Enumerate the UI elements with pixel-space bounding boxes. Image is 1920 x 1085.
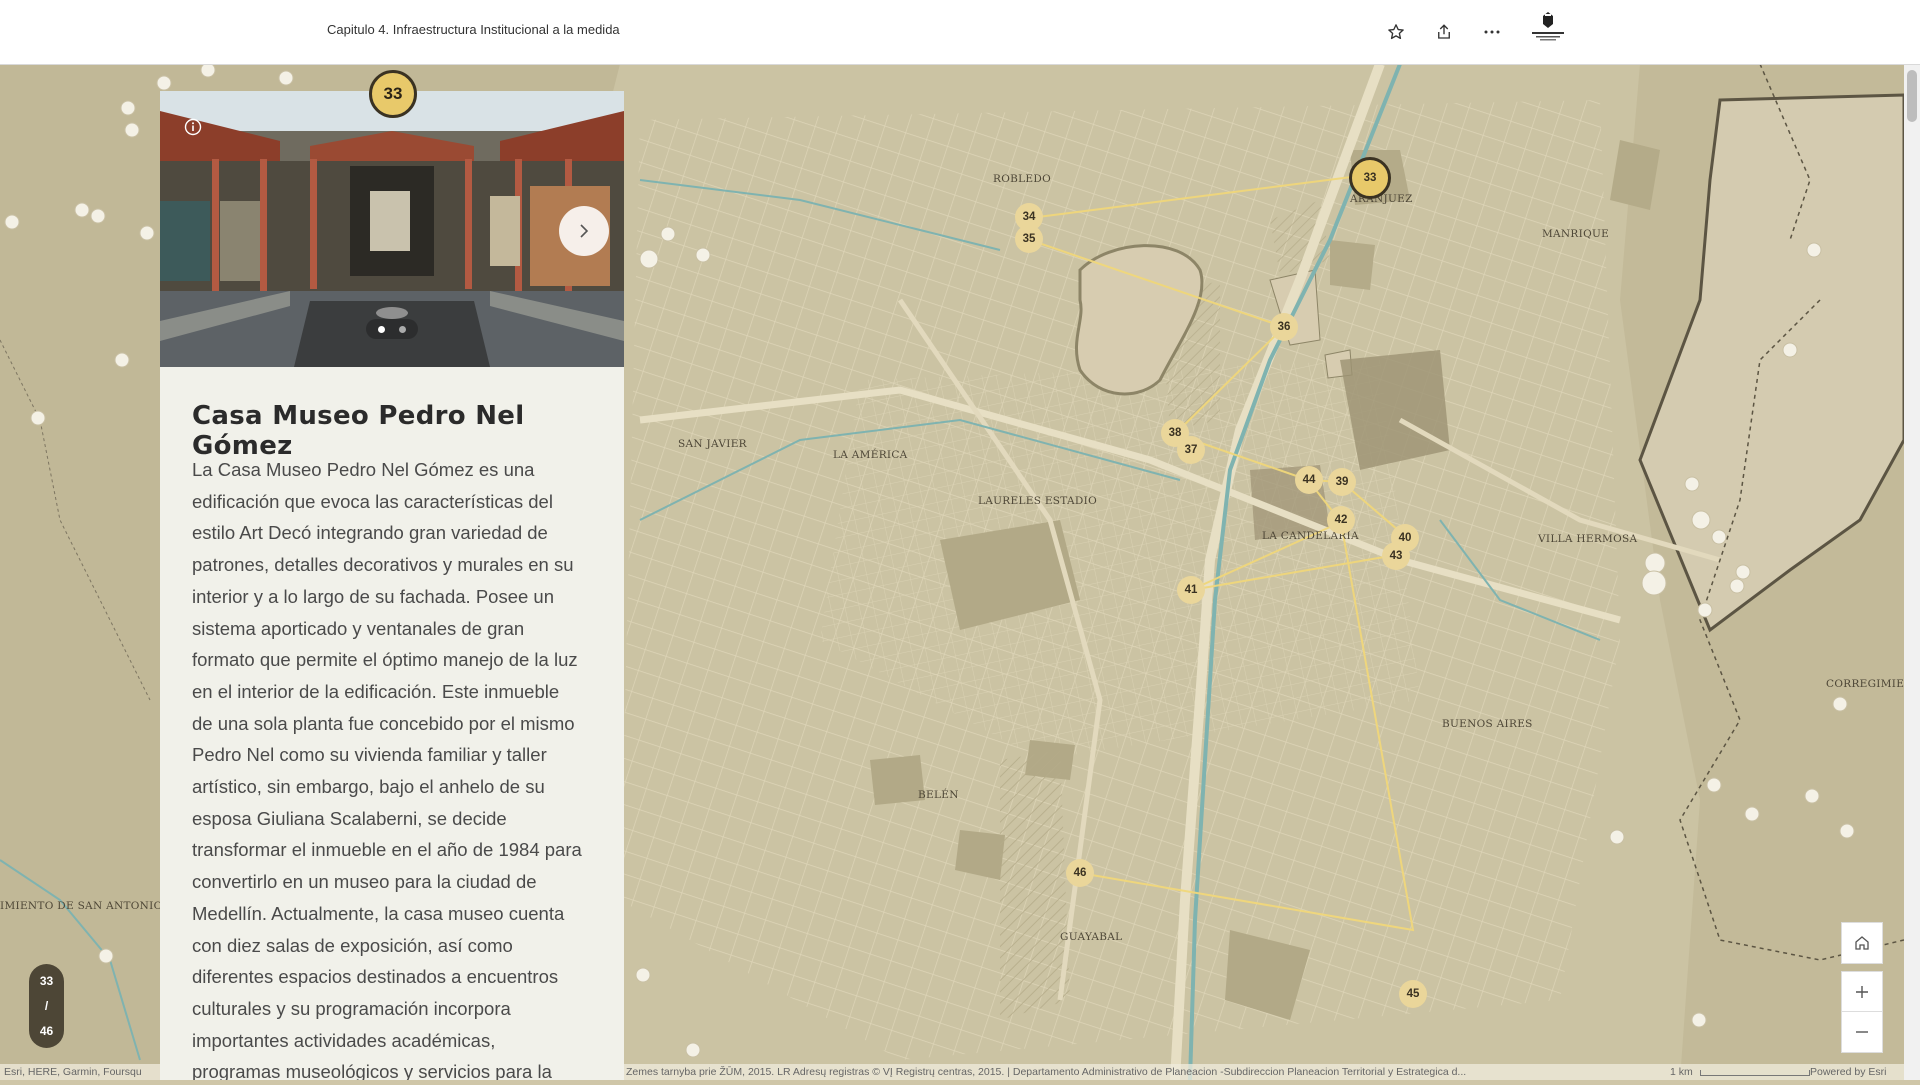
page-title: Capitulo 4. Infraestructura Instituciona… [327, 22, 620, 37]
institution-logo[interactable] [1528, 10, 1568, 44]
star-icon [1388, 24, 1404, 40]
scale-label: 1 km [1670, 1066, 1693, 1078]
page-scrollbar-thumb[interactable] [1907, 70, 1917, 122]
story-number-badge: 33 [369, 70, 417, 118]
page-scrollbar[interactable] [1904, 64, 1920, 1080]
story-title: Casa Museo Pedro Nel Gómez [192, 401, 525, 461]
map-home-button[interactable] [1841, 922, 1883, 964]
carousel-pagination [366, 319, 418, 339]
story-body: La Casa Museo Pedro Nel Gómez es una edi… [192, 459, 582, 1080]
powered-by-esri[interactable]: Powered by Esri [1810, 1066, 1886, 1078]
story-panel: Casa Museo Pedro Nel Gómez La Casa Museo… [160, 91, 624, 1080]
counter-separator: / [44, 998, 49, 1013]
share-icon [1438, 24, 1450, 39]
home-icon [1855, 936, 1869, 950]
more-icon [1484, 30, 1500, 34]
scale-bar [1700, 1070, 1810, 1076]
plus-icon [1856, 986, 1868, 998]
more-options-button[interactable] [1478, 18, 1506, 46]
chevron-right-icon [580, 224, 589, 238]
counter-current: 33 [39, 973, 54, 988]
minus-icon [1856, 1031, 1868, 1033]
carousel-dot-2[interactable] [399, 325, 406, 333]
zoom-out-button[interactable] [1841, 1011, 1883, 1053]
carousel-dot-1[interactable] [378, 325, 385, 333]
counter-total: 46 [39, 1024, 54, 1039]
share-button[interactable] [1430, 18, 1458, 46]
favorite-button[interactable] [1382, 18, 1410, 46]
attribution-middle[interactable]: Zemes tarnyba prie ŽŪM, 2015. LR Adresų … [626, 1066, 1646, 1078]
zoom-in-button[interactable] [1841, 971, 1883, 1013]
info-icon[interactable] [184, 118, 202, 136]
carousel-next-button[interactable] [559, 206, 609, 256]
app-header: Capitulo 4. Infraestructura Instituciona… [0, 0, 1920, 65]
attribution-left[interactable]: Esri, HERE, Garmin, Foursqu [4, 1066, 142, 1078]
slide-counter: 33 / 46 [29, 964, 64, 1048]
